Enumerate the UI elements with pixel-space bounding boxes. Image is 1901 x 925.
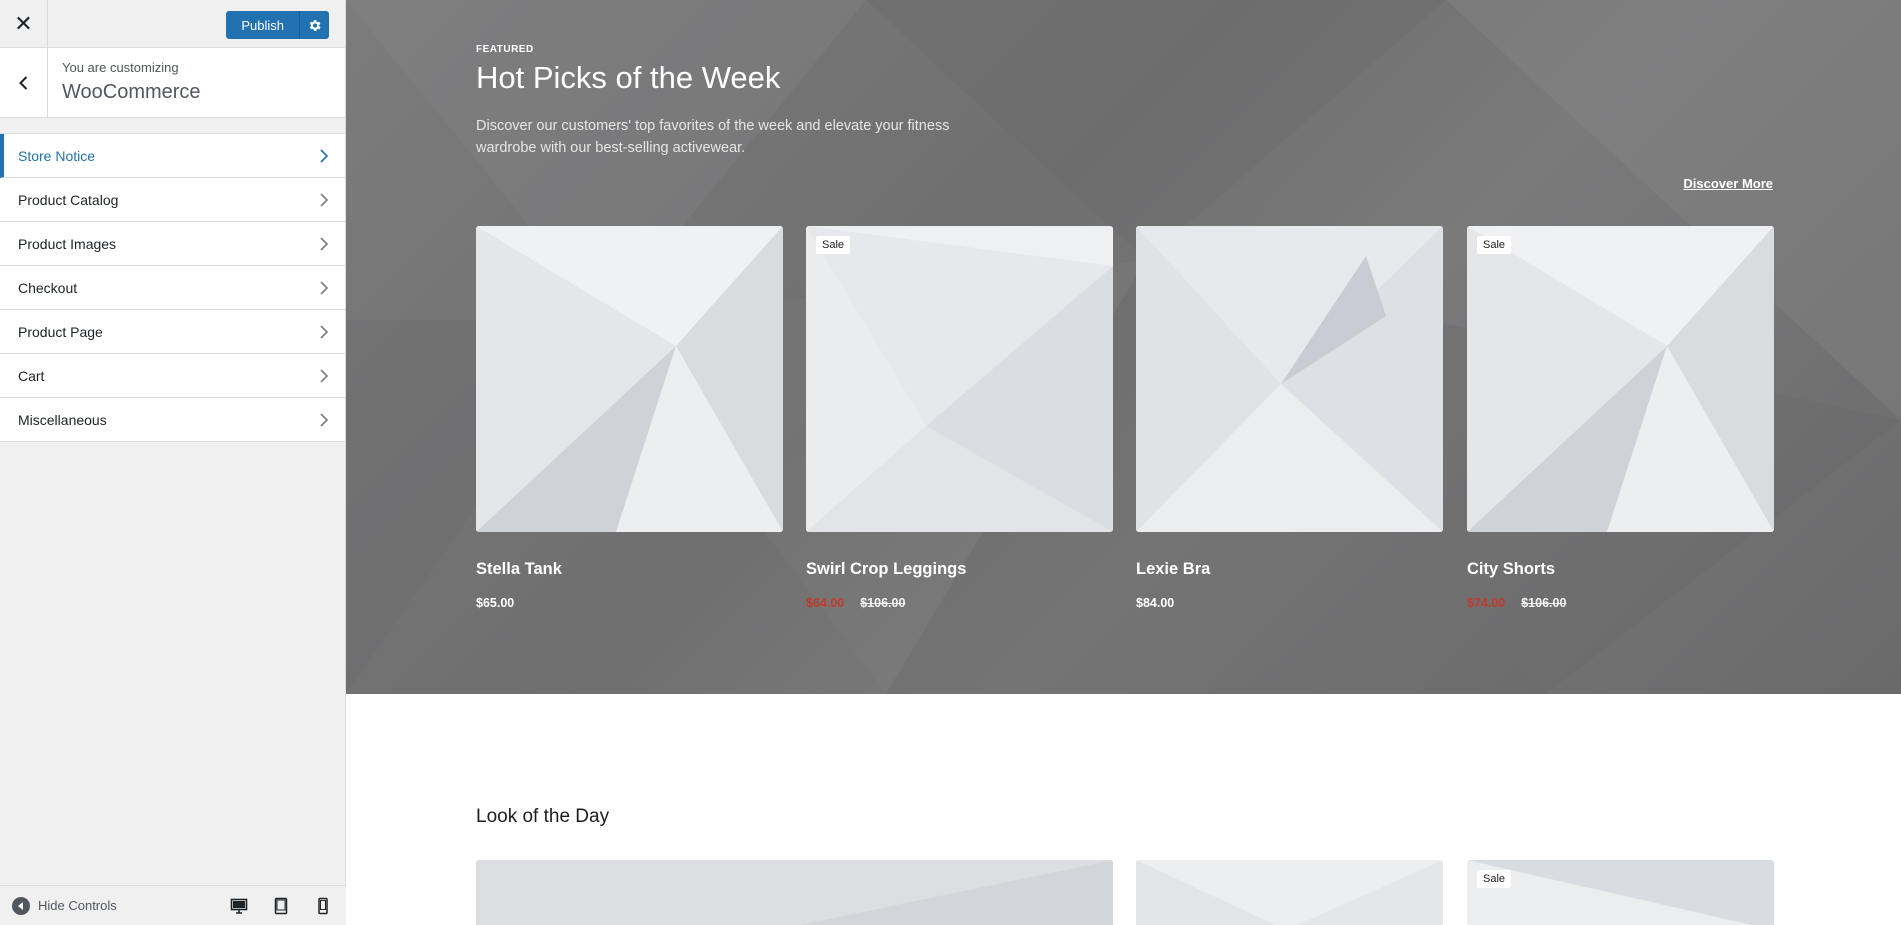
hide-controls-button[interactable]: Hide Controls	[12, 896, 117, 915]
hero-description: Discover our customers' top favorites of…	[476, 118, 950, 156]
section-label: Product Page	[18, 323, 103, 340]
site-preview: FEATURED Hot Picks of the Week Discover …	[346, 0, 1901, 925]
section-checkout[interactable]: Checkout	[0, 266, 345, 310]
panel-info: You are customizing WooCommerce	[0, 48, 345, 118]
featured-hero: FEATURED Hot Picks of the Week Discover …	[346, 0, 1901, 694]
customizer-header: ✕ Publish	[0, 0, 345, 48]
current-price: $65.00	[476, 596, 515, 610]
section-label: Cart	[18, 367, 45, 384]
customizer-footer: Hide Controls	[0, 885, 346, 925]
regular-price: $106.00	[1521, 596, 1567, 610]
chevron-right-icon	[320, 236, 329, 251]
product-price: $84.00	[1136, 596, 1443, 610]
sale-badge: Sale	[816, 236, 851, 254]
panel-subtitle: You are customizing	[62, 60, 179, 75]
product-image[interactable]: Sale	[806, 226, 1113, 532]
product-name[interactable]: City Shorts	[1467, 560, 1774, 579]
look-of-the-day-title: Look of the Day	[476, 806, 610, 827]
product-card: Lexie Bra $84.00	[1136, 226, 1443, 610]
product-name[interactable]: Lexie Bra	[1136, 560, 1443, 579]
product-price: $65.00	[476, 596, 783, 610]
product-price: $64.00 $106.00	[806, 596, 1113, 610]
sale-price: $64.00	[806, 596, 845, 610]
collapse-arrow-icon	[12, 896, 30, 915]
discover-more-link[interactable]: Discover More	[1683, 176, 1773, 191]
product-image[interactable]	[476, 226, 783, 532]
device-switcher	[228, 895, 334, 917]
product-image[interactable]	[1136, 226, 1443, 532]
section-cart[interactable]: Cart	[0, 354, 345, 398]
publish-group: Publish	[226, 11, 329, 39]
section-label: Checkout	[18, 279, 78, 296]
look-image-large[interactable]	[476, 860, 1113, 925]
look-image[interactable]: Sale	[1467, 860, 1774, 925]
section-product-page[interactable]: Product Page	[0, 310, 345, 354]
featured-eyebrow: FEATURED	[476, 44, 534, 55]
customizer-sidebar: ✕ Publish You are customizing WooCommerc…	[0, 0, 346, 925]
chevron-right-icon	[320, 324, 329, 339]
hero-title: Hot Picks of the Week	[476, 60, 781, 95]
close-icon[interactable]: ✕	[0, 0, 48, 47]
section-label: Store Notice	[18, 147, 96, 164]
desktop-icon[interactable]	[228, 895, 250, 917]
product-card: Sale City Shorts $74.00 $106.00	[1467, 226, 1774, 610]
product-price: $74.00 $106.00	[1467, 596, 1774, 610]
tablet-icon[interactable]	[270, 895, 292, 917]
product-card: Stella Tank $65.00	[476, 226, 783, 610]
section-store-notice[interactable]: Store Notice	[0, 134, 345, 178]
section-label: Product Catalog	[18, 191, 119, 208]
publish-button[interactable]: Publish	[226, 11, 299, 39]
sale-price: $74.00	[1467, 596, 1506, 610]
section-product-catalog[interactable]: Product Catalog	[0, 178, 345, 222]
section-product-images[interactable]: Product Images	[0, 222, 345, 266]
product-image[interactable]: Sale	[1467, 226, 1774, 532]
chevron-right-icon	[320, 368, 329, 383]
section-label: Product Images	[18, 235, 117, 252]
hide-controls-label: Hide Controls	[38, 898, 117, 913]
sale-badge: Sale	[1477, 236, 1512, 254]
chevron-right-icon	[320, 192, 329, 207]
chevron-right-icon	[320, 280, 329, 295]
mobile-icon[interactable]	[312, 895, 334, 917]
section-miscellaneous[interactable]: Miscellaneous	[0, 398, 345, 442]
gear-icon[interactable]	[299, 11, 329, 39]
chevron-right-icon	[320, 148, 329, 163]
panel-title-block: You are customizing WooCommerce	[62, 60, 201, 104]
look-image[interactable]	[1136, 860, 1443, 925]
section-list: Store Notice Product Catalog Product Ima…	[0, 133, 345, 442]
back-arrow-icon[interactable]	[0, 48, 48, 117]
regular-price: $106.00	[860, 596, 906, 610]
current-price: $84.00	[1136, 596, 1175, 610]
section-label: Miscellaneous	[18, 411, 107, 428]
sale-badge: Sale	[1477, 870, 1512, 888]
chevron-right-icon	[320, 412, 329, 427]
panel-title: WooCommerce	[62, 81, 201, 103]
product-card: Sale Swirl Crop Leggings $64.00 $106.00	[806, 226, 1113, 610]
product-name[interactable]: Swirl Crop Leggings	[806, 560, 1113, 579]
product-name[interactable]: Stella Tank	[476, 560, 783, 579]
